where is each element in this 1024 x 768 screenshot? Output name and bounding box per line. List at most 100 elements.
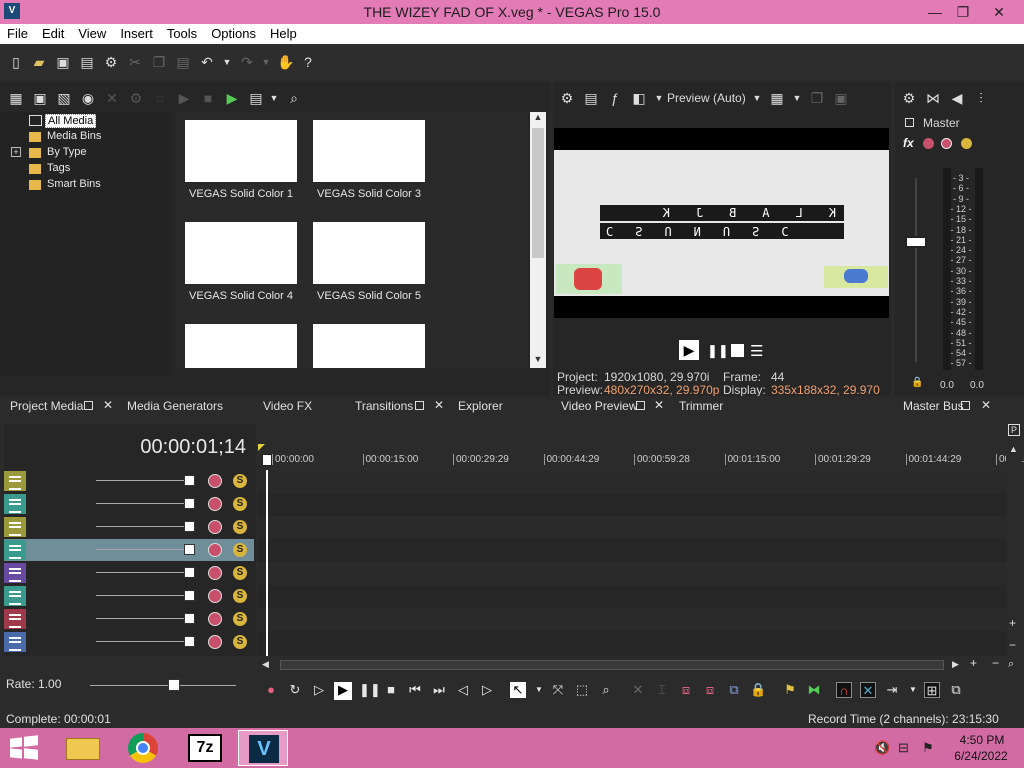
render-icon[interactable]: ▤ bbox=[79, 54, 95, 70]
get-media-icon[interactable]: ▧ bbox=[56, 90, 72, 106]
track-header[interactable]: S bbox=[4, 539, 254, 561]
track-menu-icon[interactable] bbox=[4, 540, 26, 560]
7zip-icon[interactable]: 7z bbox=[180, 730, 230, 766]
track-header[interactable]: S bbox=[4, 608, 254, 630]
menu-file[interactable]: File bbox=[0, 24, 35, 41]
solo-icon[interactable]: S bbox=[233, 474, 247, 488]
solo-icon[interactable]: S bbox=[233, 497, 247, 511]
previous-frame-icon[interactable]: ◁ bbox=[455, 682, 471, 698]
stop-icon[interactable]: ■ bbox=[383, 682, 399, 698]
tree-item-media-bins[interactable]: Media Bins bbox=[47, 130, 101, 142]
next-frame-icon[interactable]: ▷ bbox=[479, 682, 495, 698]
media-thumbnail[interactable] bbox=[313, 222, 425, 284]
mute-icon[interactable] bbox=[208, 566, 222, 580]
settings-icon[interactable]: ⚙ bbox=[103, 54, 119, 70]
copy-snapshot-icon[interactable]: ❐ bbox=[809, 90, 825, 106]
edit-tool-dropdown-icon[interactable]: ▼ bbox=[531, 682, 547, 698]
open-folder-icon[interactable]: ▰ bbox=[31, 54, 47, 70]
track-menu-icon[interactable] bbox=[4, 494, 26, 514]
close-icon[interactable]: ✕ bbox=[434, 398, 444, 412]
track-menu-icon[interactable] bbox=[4, 563, 26, 583]
restore-button[interactable]: ❐ bbox=[948, 1, 978, 23]
envelope-tool-icon[interactable]: ⤧ bbox=[550, 682, 566, 698]
preview-play-button[interactable]: ▶ bbox=[679, 340, 699, 360]
track-header[interactable]: S bbox=[4, 631, 254, 653]
mute-icon[interactable] bbox=[208, 520, 222, 534]
overlays-dropdown-icon[interactable]: ▼ bbox=[789, 90, 805, 106]
volume-muted-icon[interactable]: 🔇 bbox=[874, 740, 890, 756]
selection-tool-icon[interactable]: ⬚ bbox=[574, 682, 590, 698]
master-fx-icon[interactable]: fx bbox=[903, 136, 914, 150]
trim-icon[interactable]: ⌶ bbox=[654, 682, 670, 698]
track-fader-handle[interactable] bbox=[184, 636, 195, 647]
network-icon[interactable]: ⊟ bbox=[898, 740, 909, 756]
track-volume-slider[interactable] bbox=[96, 503, 184, 504]
ripple-dropdown-icon[interactable]: ▼ bbox=[905, 682, 921, 698]
preview-settings-icon[interactable]: ⚙ bbox=[559, 90, 575, 106]
chrome-icon[interactable] bbox=[118, 730, 168, 766]
undo-icon[interactable]: ↶ bbox=[199, 54, 215, 70]
new-file-icon[interactable]: ▯ bbox=[8, 54, 24, 70]
rate-slider-handle[interactable] bbox=[168, 679, 180, 691]
what-is-this-icon[interactable]: ✋ bbox=[277, 54, 294, 70]
track-fader-handle[interactable] bbox=[184, 613, 195, 624]
menu-edit[interactable]: Edit bbox=[35, 24, 71, 41]
clock-date[interactable]: 6/24/2022 bbox=[948, 749, 1014, 763]
paste-icon[interactable]: ▤ bbox=[175, 54, 191, 70]
media-thumbnail[interactable] bbox=[313, 324, 425, 368]
track-fader-handle[interactable] bbox=[184, 521, 195, 532]
zoom-in-icon[interactable]: + bbox=[1009, 616, 1016, 630]
zoom-in-h-icon[interactable]: + bbox=[970, 656, 977, 670]
tree-item-smart-bins[interactable]: Smart Bins bbox=[47, 178, 101, 190]
undock-icon[interactable] bbox=[636, 401, 645, 410]
media-thumbnail[interactable] bbox=[185, 324, 297, 368]
zoom-edit-tool-icon[interactable]: ⌕ bbox=[598, 682, 614, 698]
tab-video-fx[interactable]: Video FX bbox=[263, 399, 312, 413]
playhead[interactable] bbox=[266, 470, 268, 656]
undock-icon[interactable] bbox=[84, 401, 93, 410]
tree-item-by-type[interactable]: By Type bbox=[47, 146, 87, 158]
solo-icon[interactable]: S bbox=[233, 589, 247, 603]
stop-media-icon[interactable]: ■ bbox=[200, 90, 216, 106]
track-header[interactable]: S bbox=[4, 470, 254, 492]
zoom-out-icon[interactable]: − bbox=[1009, 638, 1016, 652]
master-settings-icon[interactable]: ⚙ bbox=[901, 90, 917, 106]
split-screen-icon[interactable]: ◧ bbox=[631, 90, 647, 106]
master-fader-handle[interactable] bbox=[905, 236, 927, 248]
track-fader-handle[interactable] bbox=[184, 567, 195, 578]
media-properties-icon[interactable]: ◌ bbox=[152, 90, 168, 106]
menu-help[interactable]: Help bbox=[263, 24, 304, 41]
import-media-icon[interactable]: ▦ bbox=[8, 90, 24, 106]
help-pointer-icon[interactable]: ? bbox=[300, 54, 316, 70]
tab-trimmer[interactable]: Trimmer bbox=[679, 399, 723, 413]
tab-explorer[interactable]: Explorer bbox=[458, 399, 503, 413]
timeline-menu-icon[interactable]: P bbox=[1008, 424, 1020, 436]
menu-tools[interactable]: Tools bbox=[160, 24, 204, 41]
copy-icon[interactable]: ❐ bbox=[151, 54, 167, 70]
preview-menu-icon[interactable]: ☰ bbox=[750, 342, 763, 360]
save-icon[interactable]: ▣ bbox=[55, 54, 71, 70]
undock-icon[interactable] bbox=[961, 401, 970, 410]
trim-end-icon[interactable]: ⧈ bbox=[702, 682, 718, 698]
mute-icon[interactable] bbox=[208, 589, 222, 603]
close-icon[interactable]: ✕ bbox=[981, 398, 991, 412]
track-volume-slider[interactable] bbox=[96, 595, 184, 596]
redo-dropdown-icon[interactable]: ▼ bbox=[258, 54, 274, 70]
tab-transitions[interactable]: Transitions bbox=[355, 399, 413, 413]
preview-fx-icon[interactable]: ƒ bbox=[607, 90, 623, 106]
minimize-button[interactable]: — bbox=[920, 1, 950, 23]
h-scroll-thumb[interactable] bbox=[280, 660, 944, 670]
media-thumbnail[interactable] bbox=[185, 120, 297, 182]
redo-icon[interactable]: ↷ bbox=[239, 54, 255, 70]
play-from-start-icon[interactable]: ▷ bbox=[311, 682, 327, 698]
track-header[interactable]: S bbox=[4, 493, 254, 515]
track-volume-slider[interactable] bbox=[96, 572, 184, 573]
preview-stop-icon[interactable] bbox=[731, 344, 744, 357]
timeline-v-scroll[interactable]: P ▲ + − bbox=[1006, 422, 1022, 658]
rate-slider[interactable] bbox=[90, 685, 236, 686]
undo-dropdown-icon[interactable]: ▼ bbox=[219, 54, 235, 70]
tab-media-generators[interactable]: Media Generators bbox=[127, 399, 223, 413]
track-fader-handle[interactable] bbox=[184, 498, 195, 509]
track-volume-slider[interactable] bbox=[96, 549, 184, 550]
scroll-up-icon[interactable]: ▲ bbox=[1009, 444, 1018, 454]
